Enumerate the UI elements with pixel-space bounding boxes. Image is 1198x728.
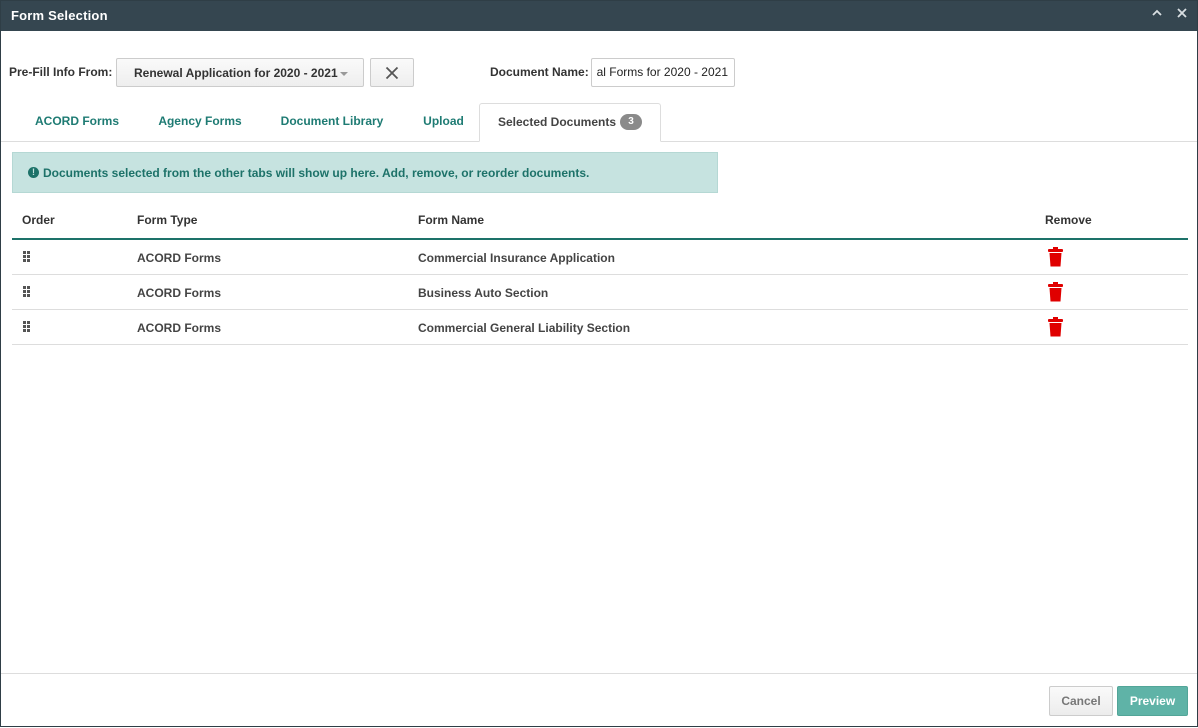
- chevron-up-icon[interactable]: [1148, 6, 1166, 24]
- tab-label: Upload: [423, 114, 464, 128]
- clear-prefill-button[interactable]: [370, 58, 414, 87]
- cancel-button[interactable]: Cancel: [1049, 686, 1113, 716]
- drag-handle-icon[interactable]: [23, 286, 31, 298]
- form-name-cell: Commercial Insurance Application: [418, 251, 615, 265]
- dialog-footer: Cancel Preview: [1, 673, 1197, 728]
- tab-label: Document Library: [280, 114, 384, 128]
- trash-icon[interactable]: [1048, 282, 1063, 302]
- tab-document-library[interactable]: Document Library: [269, 103, 395, 141]
- dialog-title: Form Selection: [11, 8, 108, 23]
- form-type-cell: ACORD Forms: [137, 251, 222, 265]
- selected-count-badge: 3: [620, 113, 643, 130]
- tab-bar: ACORD Forms Agency Forms Document Librar…: [1, 103, 1197, 142]
- tab-agency-forms[interactable]: Agency Forms: [146, 103, 254, 141]
- prefill-selected-value: Renewal Application for 2020 - 2021: [134, 66, 338, 80]
- trash-icon[interactable]: [1048, 247, 1063, 267]
- table-row: ACORD Forms Commercial Insurance Applica…: [12, 240, 1188, 275]
- tab-label: Selected Documents: [497, 115, 617, 129]
- column-header-form-name: Form Name: [418, 213, 485, 227]
- close-icon[interactable]: [1173, 6, 1191, 24]
- tab-label: Agency Forms: [158, 114, 242, 128]
- info-banner: ! Documents selected from the other tabs…: [12, 152, 718, 193]
- form-selection-dialog: Form Selection Pre-Fill Info From: Renew…: [0, 0, 1198, 727]
- close-icon: [385, 66, 399, 80]
- tab-label: ACORD Forms: [34, 114, 119, 128]
- selected-documents-table: Order Form Type Form Name Remove ACORD F…: [12, 203, 1188, 345]
- trash-icon[interactable]: [1048, 317, 1063, 337]
- table-row: ACORD Forms Business Auto Section: [12, 275, 1188, 310]
- form-type-cell: ACORD Forms: [137, 286, 222, 300]
- document-name-value: al Forms for 2020 - 2021: [596, 65, 728, 79]
- preview-button[interactable]: Preview: [1117, 686, 1188, 716]
- form-name-cell: Business Auto Section: [418, 286, 549, 300]
- document-name-input[interactable]: al Forms for 2020 - 2021: [591, 58, 735, 87]
- form-type-cell: ACORD Forms: [137, 321, 222, 335]
- column-header-remove: Remove: [1045, 213, 1092, 227]
- table-row: ACORD Forms Commercial General Liability…: [12, 310, 1188, 345]
- prefill-label: Pre-Fill Info From:: [9, 65, 113, 79]
- title-bar: Form Selection: [1, 1, 1197, 31]
- document-name-label: Document Name:: [490, 65, 589, 79]
- column-header-form-type: Form Type: [137, 213, 198, 227]
- drag-handle-icon[interactable]: [23, 321, 31, 333]
- tab-selected-documents[interactable]: Selected Documents 3: [479, 103, 661, 142]
- info-message: Documents selected from the other tabs w…: [43, 166, 590, 180]
- drag-handle-icon[interactable]: [23, 251, 31, 263]
- table-header: Order Form Type Form Name Remove: [12, 203, 1188, 240]
- prefill-dropdown[interactable]: Renewal Application for 2020 - 2021: [116, 58, 364, 87]
- column-header-order: Order: [22, 213, 55, 227]
- tab-upload[interactable]: Upload: [411, 103, 476, 141]
- tab-acord-forms[interactable]: ACORD Forms: [21, 103, 133, 141]
- info-circle-icon: !: [28, 167, 39, 178]
- form-name-cell: Commercial General Liability Section: [418, 321, 631, 335]
- caret-down-icon: [340, 72, 348, 76]
